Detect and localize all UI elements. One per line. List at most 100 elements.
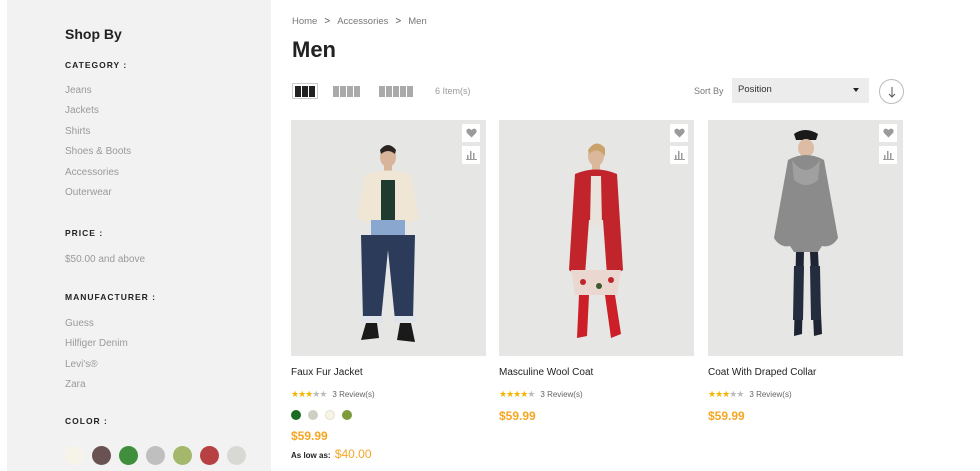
filter-category-outerwear[interactable]: Outerwear	[65, 187, 131, 207]
grid-bar-icon	[347, 85, 353, 97]
caret-down-icon	[853, 88, 859, 92]
filter-manufacturer-zara[interactable]: Zara	[65, 379, 128, 399]
product-image[interactable]	[708, 120, 903, 356]
product-price: $59.99	[499, 409, 536, 423]
grid-bar-icon	[379, 85, 385, 97]
grid-bar-icon	[295, 85, 301, 97]
product-color-dot[interactable]	[325, 410, 335, 420]
filter-manufacturer-levis[interactable]: Levi's®	[65, 359, 128, 379]
as-low-as-price: $40.00	[334, 447, 372, 461]
wishlist-button[interactable]	[670, 124, 688, 142]
breadcrumb-separator: >	[395, 16, 402, 27]
sort-select[interactable]: Position	[732, 78, 869, 103]
color-swatch[interactable]	[92, 446, 111, 465]
product-color-dot[interactable]	[342, 410, 352, 420]
compare-chart-icon	[465, 151, 477, 160]
compare-button[interactable]	[879, 146, 897, 164]
product-card: Masculine Wool Coat ★★★★★ 3 Review(s) $5…	[499, 120, 694, 423]
color-swatch[interactable]	[200, 446, 219, 465]
reviews-link[interactable]: 3 Review(s)	[332, 390, 374, 399]
price-list: $50.00 and above	[65, 254, 145, 274]
compare-button[interactable]	[462, 146, 480, 164]
wishlist-button[interactable]	[879, 124, 897, 142]
grid-bar-icon	[340, 85, 346, 97]
page-title: Men	[292, 37, 336, 62]
heart-icon	[465, 128, 477, 138]
breadcrumb-home[interactable]: Home	[292, 16, 317, 27]
color-heading: COLOR :	[65, 416, 108, 426]
compare-chart-icon	[882, 151, 894, 160]
rating-row: ★★★★★ 3 Review(s)	[499, 389, 694, 400]
breadcrumb-current: Men	[408, 16, 427, 27]
grid-bar-icon	[407, 85, 413, 97]
heart-icon	[882, 128, 894, 138]
product-price: $59.99	[708, 409, 745, 423]
manufacturer-heading: MANUFACTURER :	[65, 292, 156, 302]
view-grid-3-button[interactable]	[292, 83, 318, 99]
product-color-dot[interactable]	[291, 410, 301, 420]
color-swatch[interactable]	[65, 446, 84, 465]
filter-price-50-and-above[interactable]: $50.00 and above	[65, 254, 145, 274]
grid-bar-icon	[354, 85, 360, 97]
product-image[interactable]	[499, 120, 694, 356]
product-card: Faux Fur Jacket ★★★★★ 3 Review(s) $59.99…	[291, 120, 486, 461]
breadcrumb-separator: >	[324, 16, 331, 27]
product-price: $59.99	[291, 429, 328, 443]
filter-manufacturer-guess[interactable]: Guess	[65, 318, 128, 338]
color-swatch[interactable]	[146, 446, 165, 465]
grid-bar-icon	[333, 85, 339, 97]
grid-bar-icon	[400, 85, 406, 97]
filter-category-shirts[interactable]: Shirts	[65, 126, 131, 146]
reviews-link[interactable]: 3 Review(s)	[540, 390, 582, 399]
filter-sidebar: Shop By CATEGORY : Jeans Jackets Shirts …	[7, 0, 271, 471]
color-swatch[interactable]	[227, 446, 246, 465]
heart-icon	[673, 128, 685, 138]
view-grid-4-button[interactable]	[331, 83, 362, 99]
star-empty-icon: ★	[527, 389, 535, 399]
model-draped-collar-coat-illustration	[774, 130, 838, 336]
category-heading: CATEGORY :	[65, 60, 128, 70]
sort-label: Sort By	[694, 86, 724, 96]
model-faux-fur-jacket-illustration	[357, 145, 419, 342]
arrow-down-icon	[888, 86, 895, 98]
color-swatch[interactable]	[119, 446, 138, 465]
breadcrumb-accessories[interactable]: Accessories	[337, 16, 388, 27]
compare-button[interactable]	[670, 146, 688, 164]
product-name[interactable]: Masculine Wool Coat	[499, 367, 694, 381]
grid-bar-icon	[393, 85, 399, 97]
product-image[interactable]	[291, 120, 486, 356]
product-name[interactable]: Faux Fur Jacket	[291, 367, 486, 381]
view-grid-5-button[interactable]	[377, 83, 415, 99]
grid-bar-icon	[302, 85, 308, 97]
filter-manufacturer-hilfiger-denim[interactable]: Hilfiger Denim	[65, 338, 128, 358]
product-name[interactable]: Coat With Draped Collar	[708, 367, 903, 381]
filter-category-jeans[interactable]: Jeans	[65, 85, 131, 105]
sort-direction-button[interactable]	[879, 79, 904, 104]
category-list: Jeans Jackets Shirts Shoes & Boots Acces…	[65, 85, 131, 207]
star-empty-icon: ★	[319, 389, 327, 399]
sort-selected-value: Position	[738, 84, 772, 95]
star-rating: ★★★★★	[291, 389, 327, 400]
filter-category-shoes-boots[interactable]: Shoes & Boots	[65, 146, 131, 166]
filter-category-accessories[interactable]: Accessories	[65, 167, 131, 187]
product-toolbar: 6 Item(s) Sort By Position	[292, 78, 906, 104]
star-rating: ★★★★★	[499, 389, 535, 400]
grid-bar-icon	[309, 85, 315, 97]
rating-row: ★★★★★ 3 Review(s)	[291, 389, 486, 400]
compare-chart-icon	[673, 151, 685, 160]
grid-bar-icon	[386, 85, 392, 97]
rating-row: ★★★★★ 3 Review(s)	[708, 389, 903, 400]
sidebar-title: Shop By	[65, 26, 122, 42]
item-count: 6 Item(s)	[435, 86, 471, 96]
reviews-link[interactable]: 3 Review(s)	[749, 390, 791, 399]
color-swatches	[65, 446, 246, 465]
product-color-options	[291, 410, 486, 420]
manufacturer-list: Guess Hilfiger Denim Levi's® Zara	[65, 318, 128, 400]
color-swatch[interactable]	[173, 446, 192, 465]
filter-category-jackets[interactable]: Jackets	[65, 105, 131, 125]
star-rating: ★★★★★	[708, 389, 744, 400]
price-heading: PRICE :	[65, 228, 104, 238]
wishlist-button[interactable]	[462, 124, 480, 142]
product-color-dot[interactable]	[308, 410, 318, 420]
category-page: Shop By CATEGORY : Jeans Jackets Shirts …	[0, 0, 980, 471]
